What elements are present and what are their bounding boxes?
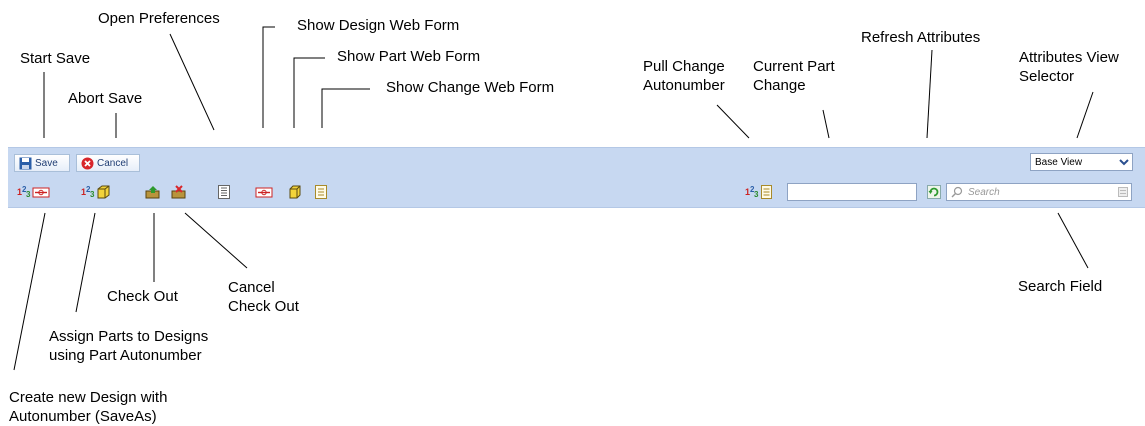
leader-attributes-view bbox=[1076, 91, 1094, 139]
leader-assign-parts bbox=[75, 212, 96, 313]
svg-text:3: 3 bbox=[90, 190, 95, 199]
create-design-autonumber-button[interactable]: 1 2 3 bbox=[16, 184, 52, 200]
callout-refresh-attributes: Refresh Attributes bbox=[861, 29, 981, 46]
check-out-button[interactable] bbox=[144, 184, 162, 200]
open-preferences-button[interactable] bbox=[216, 184, 232, 200]
assign-parts-autonumber-button[interactable]: 1 2 3 bbox=[80, 184, 112, 200]
leader-pull-change bbox=[716, 104, 750, 139]
callout-open-preferences: Open Preferences bbox=[98, 10, 220, 27]
leader-show-part-web-form bbox=[293, 57, 325, 128]
search-placeholder: Search bbox=[968, 186, 1000, 198]
leader-search-field bbox=[1057, 212, 1089, 269]
callout-create-new-design: Create new Design with Autonumber (SaveAs… bbox=[9, 389, 168, 425]
show-part-web-form-button[interactable] bbox=[288, 184, 302, 200]
callout-search-field: Search Field bbox=[1018, 278, 1103, 295]
change-form-icon bbox=[315, 185, 327, 199]
part-form-icon bbox=[289, 185, 301, 199]
check-out-icon bbox=[145, 186, 160, 199]
search-options-icon[interactable] bbox=[1118, 187, 1128, 197]
design-form-icon bbox=[255, 187, 273, 198]
preferences-list-icon bbox=[218, 185, 230, 199]
attributes-toolbar: Save Cancel Base View 1 2 3 1 2 3 1 2 3 … bbox=[8, 147, 1145, 208]
autonumber-change-icon: 1 2 3 bbox=[745, 185, 772, 199]
save-label: Save bbox=[35, 157, 58, 169]
callout-current-part-change: Current Part Change bbox=[753, 58, 835, 94]
leader-current-part-change bbox=[822, 109, 830, 139]
leader-show-change-web-form bbox=[321, 88, 370, 128]
leader-refresh-attributes bbox=[926, 49, 933, 139]
callout-show-design-web-form: Show Design Web Form bbox=[297, 17, 460, 34]
floppy-disk-icon bbox=[19, 157, 32, 169]
cancel-button[interactable]: Cancel bbox=[76, 154, 140, 172]
search-field[interactable]: Search bbox=[946, 183, 1132, 201]
leader-cancel-check-out bbox=[184, 212, 248, 269]
callout-show-part-web-form: Show Part Web Form bbox=[337, 48, 481, 65]
search-icon bbox=[951, 186, 963, 198]
callout-attributes-view-selector: Attributes View Selector bbox=[1019, 49, 1119, 85]
callout-assign-parts: Assign Parts to Designs using Part Autonu… bbox=[49, 328, 209, 364]
view-select-value: Base View bbox=[1035, 156, 1083, 168]
cancel-check-out-icon bbox=[171, 185, 186, 199]
autonumber-design-icon: 1 2 3 bbox=[17, 185, 50, 199]
refresh-icon bbox=[927, 185, 941, 199]
current-part-change-input[interactable] bbox=[787, 183, 917, 201]
leader-create-new-design bbox=[13, 212, 46, 371]
callout-check-out: Check Out bbox=[107, 288, 178, 305]
chevron-down-icon bbox=[1119, 159, 1129, 166]
cancel-label: Cancel bbox=[97, 157, 129, 169]
cancel-check-out-button[interactable] bbox=[170, 184, 188, 200]
show-design-web-form-button[interactable] bbox=[254, 184, 274, 200]
cancel-x-icon bbox=[81, 157, 94, 169]
leader-open-preferences bbox=[169, 33, 215, 131]
pull-change-autonumber-button[interactable]: 1 2 3 bbox=[744, 184, 774, 200]
attributes-view-select[interactable]: Base View bbox=[1030, 153, 1133, 171]
callout-show-change-web-form: Show Change Web Form bbox=[386, 79, 555, 96]
leader-show-design-web-form bbox=[262, 26, 275, 128]
autonumber-part-icon: 1 2 3 bbox=[81, 185, 110, 199]
show-change-web-form-button[interactable] bbox=[314, 184, 328, 200]
svg-text:3: 3 bbox=[754, 190, 759, 199]
callout-start-save: Start Save bbox=[20, 50, 91, 67]
save-button[interactable]: Save bbox=[14, 154, 70, 172]
callout-abort-save: Abort Save bbox=[68, 90, 143, 107]
callout-pull-change-autonumber: Pull Change Autonumber bbox=[643, 58, 725, 94]
svg-text:3: 3 bbox=[26, 190, 31, 199]
callout-cancel-check-out: Cancel Check Out bbox=[228, 279, 299, 315]
refresh-attributes-button[interactable] bbox=[926, 184, 942, 200]
